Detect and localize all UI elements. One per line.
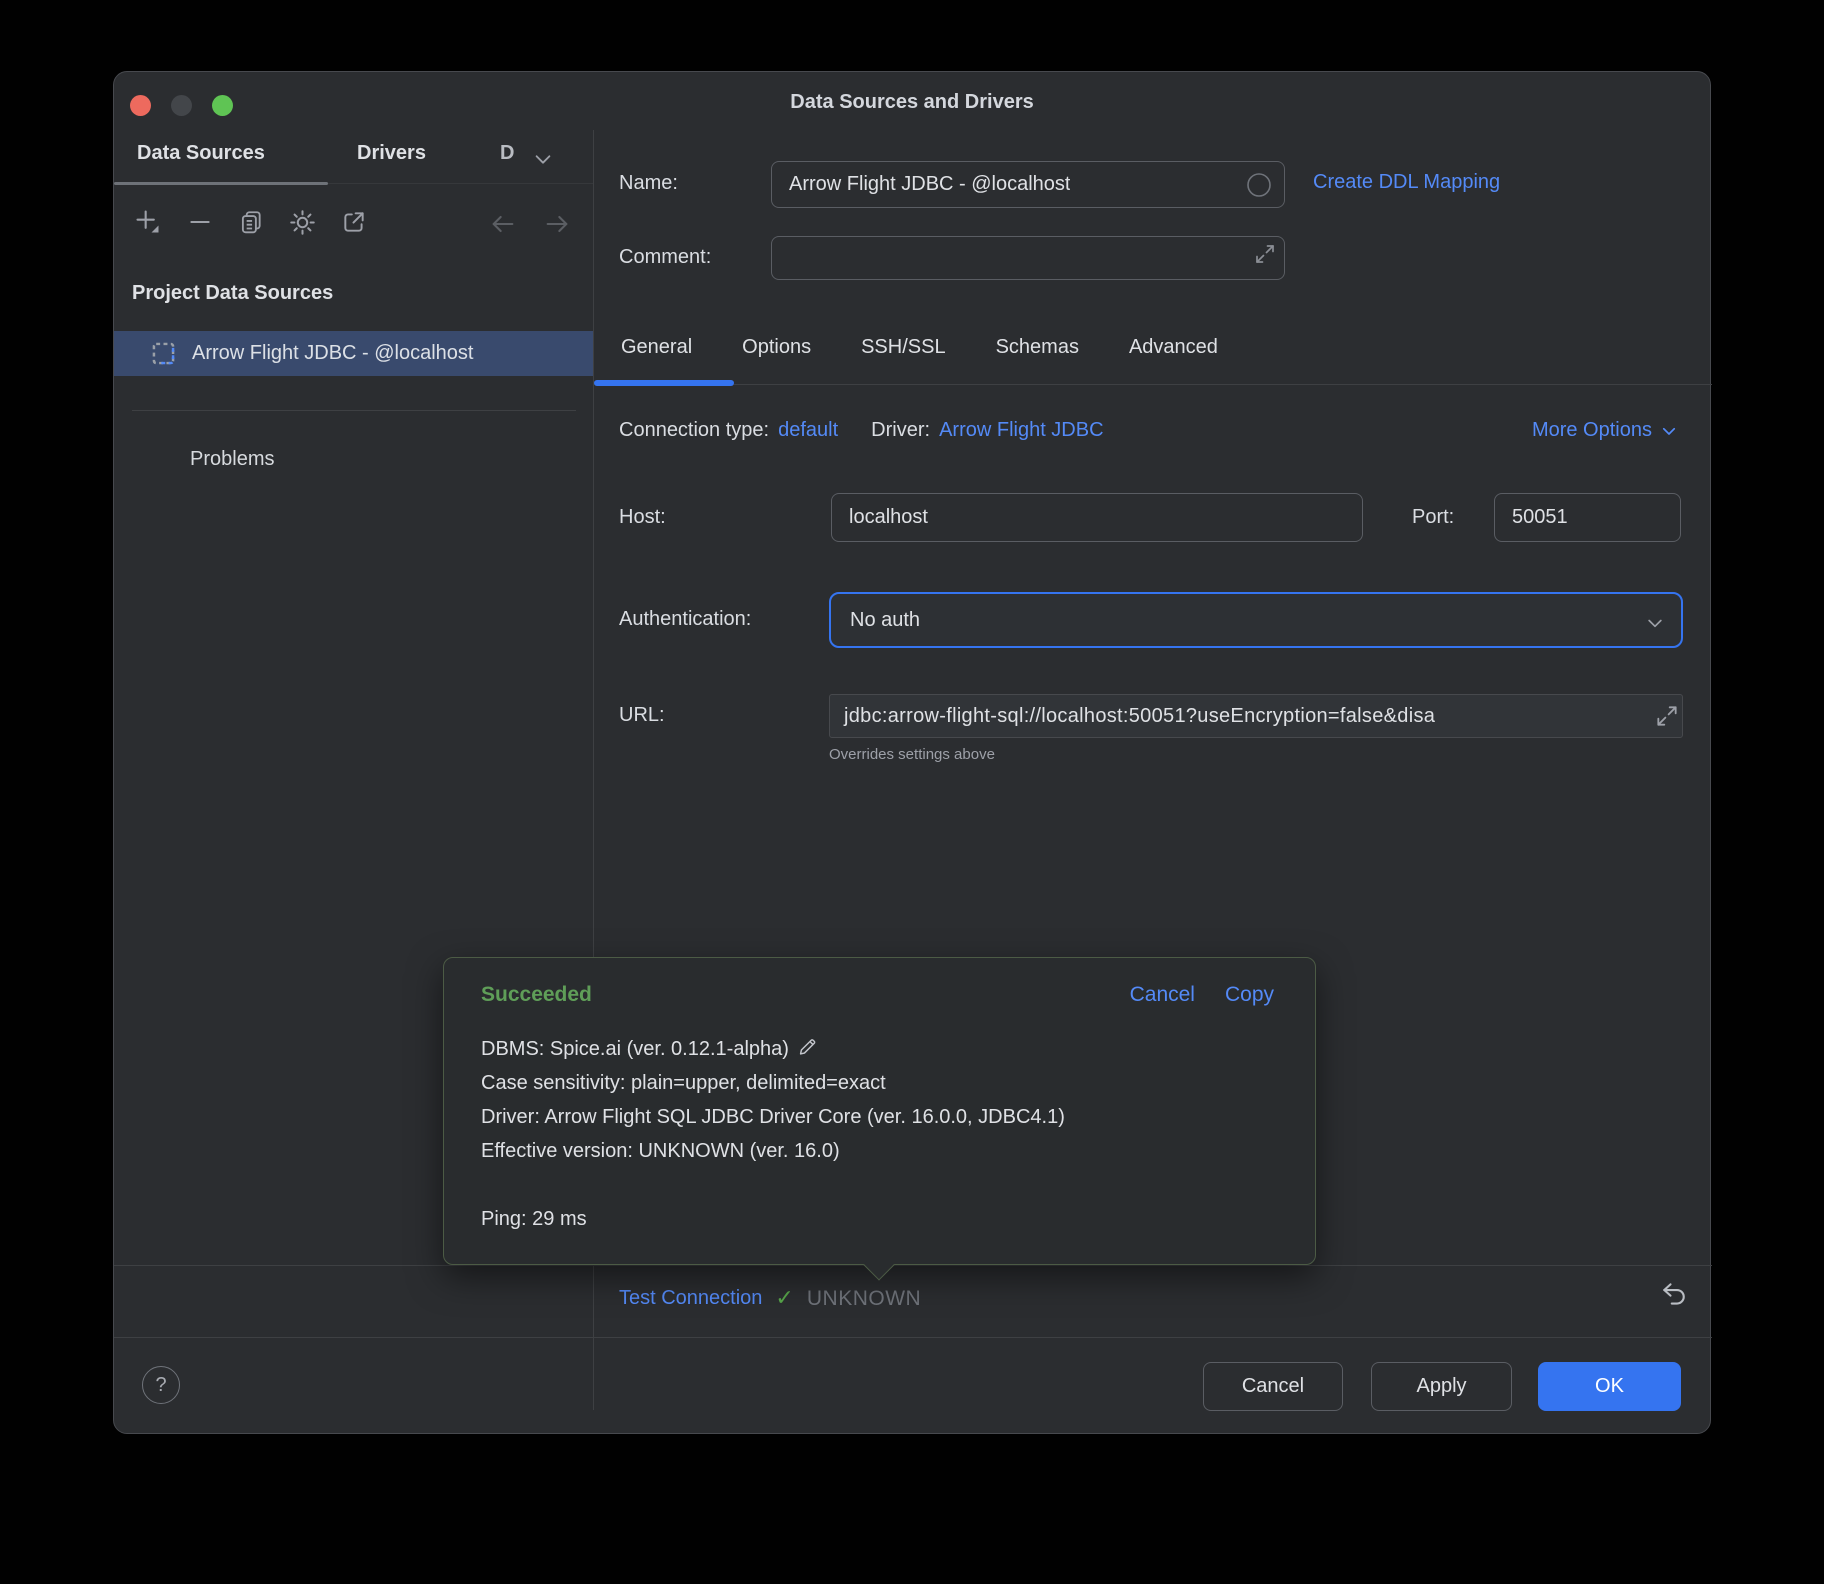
tabs-separator — [594, 384, 1712, 385]
comment-input[interactable] — [771, 236, 1285, 280]
port-input[interactable]: 50051 — [1494, 493, 1681, 542]
tab-ssh-ssl[interactable]: SSH/SSL — [861, 336, 945, 359]
problems-label[interactable]: Problems — [190, 448, 274, 471]
expand-icon[interactable] — [1253, 242, 1277, 266]
window-title: Data Sources and Drivers — [114, 91, 1710, 114]
name-label: Name: — [619, 172, 678, 195]
active-settings-tab-indicator — [594, 380, 734, 386]
create-ddl-mapping-link[interactable]: Create DDL Mapping — [1313, 171, 1500, 194]
connection-type-value[interactable]: default — [778, 419, 838, 442]
chevron-down-icon — [1645, 613, 1665, 633]
back-arrow-icon[interactable] — [489, 210, 517, 238]
url-label: URL: — [619, 704, 665, 727]
popup-callout-arrow — [863, 1249, 894, 1280]
tab-drivers[interactable]: Drivers — [357, 142, 426, 165]
data-sources-dialog: Data Sources and Drivers Data Sources Dr… — [113, 71, 1711, 1434]
test-connection-bar: Test Connection ✓ UNKNOWN — [619, 1286, 921, 1311]
revert-icon[interactable] — [1658, 1280, 1688, 1310]
datasource-list-item-selected[interactable]: Arrow Flight JDBC - @localhost — [114, 331, 593, 376]
test-connection-result-popup: Succeeded Cancel Copy DBMS: Spice.ai (ve… — [443, 957, 1316, 1265]
tab-truncated[interactable]: D — [500, 142, 518, 165]
url-value: jdbc:arrow-flight-sql://localhost:50051?… — [830, 705, 1435, 728]
url-input[interactable]: jdbc:arrow-flight-sql://localhost:50051?… — [829, 694, 1683, 738]
gear-icon[interactable] — [289, 209, 316, 236]
popup-ping-line: Ping: 29 ms — [481, 1202, 1285, 1236]
chevron-down-icon[interactable] — [532, 148, 554, 170]
popup-status: Succeeded — [481, 983, 592, 1007]
popup-dbms-line: DBMS: Spice.ai (ver. 0.12.1-alpha) — [481, 1032, 1285, 1066]
more-options-button[interactable]: More Options — [1532, 419, 1678, 442]
sidebar-separator — [132, 410, 576, 411]
open-in-editor-icon[interactable] — [341, 209, 367, 235]
connection-type-label: Connection type: — [619, 419, 769, 442]
apply-button[interactable]: Apply — [1371, 1362, 1512, 1411]
ok-button[interactable]: OK — [1538, 1362, 1681, 1411]
driver-label: Driver: — [871, 419, 930, 442]
test-connection-status: UNKNOWN — [807, 1287, 921, 1311]
name-value: Arrow Flight JDBC - @localhost — [772, 173, 1070, 196]
tab-data-sources[interactable]: Data Sources — [137, 142, 265, 165]
popup-driver-line: Driver: Arrow Flight SQL JDBC Driver Cor… — [481, 1100, 1285, 1134]
remove-icon[interactable] — [187, 209, 213, 235]
authentication-label: Authentication: — [619, 608, 751, 631]
url-hint: Overrides settings above — [829, 746, 995, 763]
popup-version-line: Effective version: UNKNOWN (ver. 16.0) — [481, 1134, 1285, 1168]
tab-advanced[interactable]: Advanced — [1129, 336, 1218, 359]
host-label: Host: — [619, 506, 666, 529]
duplicate-icon[interactable] — [238, 209, 264, 235]
host-value: localhost — [832, 506, 928, 529]
sidebar-toolbar — [114, 186, 593, 260]
driver-value[interactable]: Arrow Flight JDBC — [939, 419, 1103, 442]
datasource-icon — [150, 340, 177, 367]
connection-type-row: Connection type: default Driver: Arrow F… — [619, 419, 1104, 442]
test-connection-link[interactable]: Test Connection — [619, 1287, 762, 1310]
chevron-down-icon — [1660, 422, 1678, 440]
add-icon[interactable] — [134, 208, 162, 236]
help-button[interactable]: ? — [142, 1366, 180, 1404]
host-input[interactable]: localhost — [831, 493, 1363, 542]
port-value: 50051 — [1495, 506, 1568, 529]
comment-label: Comment: — [619, 246, 711, 269]
expand-icon[interactable] — [1654, 703, 1680, 729]
tab-schemas[interactable]: Schemas — [996, 336, 1079, 359]
popup-copy-link[interactable]: Copy — [1225, 983, 1274, 1007]
help-label: ? — [155, 1374, 166, 1397]
popup-case-line: Case sensitivity: plain=upper, delimited… — [481, 1066, 1285, 1100]
test-bar-separator — [114, 1265, 1712, 1266]
authentication-value: No auth — [831, 609, 920, 632]
footer-separator — [114, 1337, 1712, 1338]
name-input[interactable]: Arrow Flight JDBC - @localhost — [771, 161, 1285, 208]
popup-cancel-link[interactable]: Cancel — [1130, 983, 1195, 1007]
name-circle-icon — [1246, 172, 1272, 198]
check-icon: ✓ — [775, 1286, 793, 1311]
cancel-button[interactable]: Cancel — [1203, 1362, 1343, 1411]
sidebar-tab-strip: Data Sources Drivers D — [114, 130, 593, 184]
port-label: Port: — [1412, 506, 1454, 529]
edit-pencil-icon[interactable] — [796, 1036, 818, 1058]
active-tab-underline — [114, 182, 328, 185]
tab-general[interactable]: General — [621, 336, 692, 359]
more-options-label: More Options — [1532, 419, 1652, 442]
authentication-select[interactable]: No auth — [829, 592, 1683, 648]
forward-arrow-icon[interactable] — [543, 210, 571, 238]
project-data-sources-header: Project Data Sources — [132, 282, 333, 305]
title-bar: Data Sources and Drivers — [114, 72, 1710, 130]
datasource-item-label: Arrow Flight JDBC - @localhost — [192, 342, 473, 365]
settings-tab-strip: General Options SSH/SSL Schemas Advanced — [621, 336, 1218, 359]
tab-options[interactable]: Options — [742, 336, 811, 359]
